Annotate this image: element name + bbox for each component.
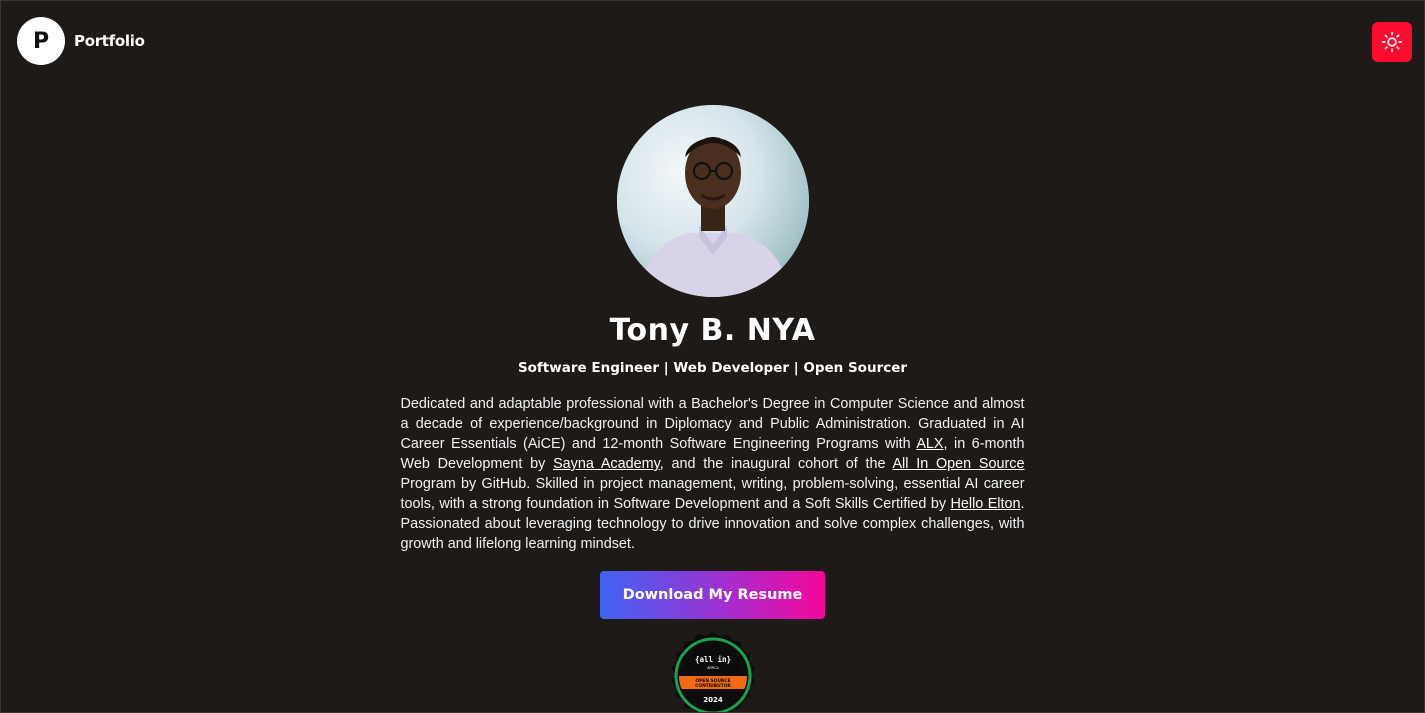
badge-brand: {all in} xyxy=(694,655,730,664)
alx-link[interactable]: ALX xyxy=(916,436,943,452)
header: P Portfolio xyxy=(17,17,1412,67)
page: P Portfolio Tony B. NYA Software Enginee… xyxy=(0,0,1425,713)
badge-sub: AFRICA xyxy=(707,666,719,670)
bio-text: , and the inaugural cohort of the xyxy=(659,456,893,472)
sayna-academy-link[interactable]: Sayna Academy xyxy=(553,456,660,472)
profile-bio: Dedicated and adaptable professional wit… xyxy=(401,394,1025,554)
sun-icon xyxy=(1381,31,1403,53)
profile-tagline: Software Engineer | Web Developer | Open… xyxy=(517,360,908,376)
all-in-open-source-link[interactable]: All In Open Source xyxy=(892,456,1024,472)
download-resume-button[interactable]: Download My Resume xyxy=(600,571,825,619)
bio-text: Program by GitHub. Skilled in project ma… xyxy=(400,476,1025,512)
hello-elton-link[interactable]: Hello Elton xyxy=(950,496,1020,512)
badge-year: 2024 xyxy=(703,696,723,704)
theme-toggle-button[interactable] xyxy=(1372,22,1412,62)
open-source-contributor-badge[interactable]: {all in} AFRICA OPEN SOURCE CONTRIBUTOR … xyxy=(667,631,759,713)
badge-line2: CONTRIBUTOR xyxy=(695,683,731,689)
brand-name[interactable]: Portfolio xyxy=(74,32,145,50)
profile-name: Tony B. NYA xyxy=(609,313,816,348)
hero-section: Tony B. NYA Software Engineer | Web Deve… xyxy=(1,105,1424,713)
logo-letter: P xyxy=(32,28,50,54)
profile-photo xyxy=(616,105,809,297)
logo[interactable]: P xyxy=(17,17,65,65)
brand-link[interactable]: P Portfolio xyxy=(17,17,145,65)
